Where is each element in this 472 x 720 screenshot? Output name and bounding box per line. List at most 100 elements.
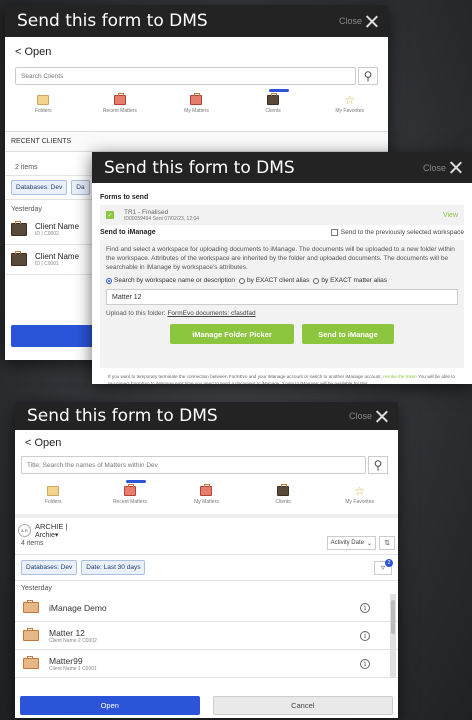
- matter-list: iManage Demo i Matter 12 Client Name 2 C0…: [15, 594, 398, 678]
- item-title: Client Name: [35, 252, 80, 261]
- tab-folders[interactable]: Folders: [15, 480, 92, 512]
- search-button[interactable]: ⚲: [368, 456, 388, 474]
- checked-checkbox[interactable]: ✓: [106, 211, 114, 219]
- title-bar: Send this form to DMS Close: [92, 152, 472, 183]
- close-button[interactable]: Close: [339, 15, 378, 28]
- item-sub: ID | C0001: [35, 261, 59, 267]
- group-label: Yesterday: [21, 585, 52, 592]
- send-header: Send to iManage: [100, 229, 156, 237]
- filter-chips: Databases: Dev Date: Last 30 days ▿ 2: [15, 554, 398, 581]
- client-icon: [277, 484, 290, 496]
- list-item[interactable]: iManage Demo i: [15, 594, 398, 622]
- briefcase-icon: [23, 628, 39, 641]
- item-sub: Client Name 1 C0001: [49, 665, 97, 672]
- search-icon: ⚲: [363, 69, 373, 83]
- briefcase-icon: [200, 484, 213, 496]
- info-icon[interactable]: i: [360, 630, 370, 641]
- title-bar: Send this form to DMS Close: [15, 402, 398, 430]
- close-icon: [375, 410, 388, 423]
- form-row: ✓ TR1 - Finalised ID00059494 Sent 07/02/…: [100, 205, 464, 225]
- revoke-token-link[interactable]: revoke the token: [383, 374, 417, 379]
- briefcase-icon: [113, 93, 126, 105]
- item-count: 4 items: [21, 539, 44, 547]
- tab-folders[interactable]: Folders: [5, 89, 82, 121]
- dialog-title: Send this form to DMS: [17, 11, 208, 31]
- chip-date[interactable]: Da: [71, 180, 90, 195]
- sort-direction-button[interactable]: ⇅: [379, 536, 395, 550]
- workspace-box: Find and select a workspace for uploadin…: [100, 240, 464, 369]
- vertical-scrollbar[interactable]: [390, 594, 396, 678]
- send-to-imanage-button[interactable]: Send to iManage: [302, 324, 394, 345]
- close-icon: [449, 161, 462, 174]
- section-header: RECENT CLIENTS: [5, 131, 388, 152]
- upload-label: Upload to this folder:: [106, 310, 166, 318]
- send-to-imanage-dialog: Send this form to DMS Close Forms to sen…: [92, 152, 472, 384]
- client-icon: [11, 221, 27, 236]
- user-dropdown[interactable]: Archie▾: [35, 531, 67, 539]
- item-title: Matter99: [49, 655, 83, 666]
- scrollbar-thumb[interactable]: [391, 600, 395, 634]
- radio-matter-alias[interactable]: by EXACT matter alias: [313, 277, 387, 284]
- sort-dropdown[interactable]: Activity Date ⌄: [326, 536, 376, 550]
- tab-clients[interactable]: Clients: [235, 89, 312, 121]
- cancel-button[interactable]: Cancel: [212, 696, 393, 715]
- tab-recent-matters[interactable]: Recent Matters: [92, 480, 169, 512]
- list-item[interactable]: Matter99 Client Name 1 C0001 i: [15, 650, 398, 678]
- client-icon: [11, 251, 27, 266]
- info-icon[interactable]: i: [360, 658, 370, 669]
- filter-button[interactable]: ▿ 2: [374, 558, 393, 575]
- open-button[interactable]: Open: [20, 696, 200, 715]
- search-row: Title: Search the names of Matters withi…: [21, 456, 388, 474]
- open-back-link[interactable]: < Open: [5, 41, 388, 63]
- forms-header: Forms to send: [100, 194, 149, 201]
- tab-clients[interactable]: Clients: [245, 480, 322, 512]
- item-title: Matter 12: [49, 627, 85, 638]
- open-back-link[interactable]: < Open: [15, 432, 398, 454]
- tab-my-matters[interactable]: My Matters: [168, 480, 245, 512]
- upload-folder-link[interactable]: FormEvo documents: cfasdfad: [167, 310, 255, 317]
- item-sub: ID | C0002: [35, 231, 59, 237]
- folder-icon: [37, 95, 50, 105]
- star-icon: ☆: [354, 484, 366, 498]
- list-item[interactable]: Matter 12 Client Name 2 C0002 i: [15, 622, 398, 650]
- chip-databases[interactable]: Databases: Dev: [21, 560, 78, 575]
- chip-databases[interactable]: Databases: Dev: [11, 180, 68, 195]
- briefcase-icon: [23, 656, 39, 669]
- search-input[interactable]: Title: Search the names of Matters withi…: [21, 456, 366, 474]
- search-row: Search Clients ⚲: [15, 67, 378, 85]
- search-icon: ⚲: [373, 458, 383, 472]
- radio-client-alias[interactable]: by EXACT client alias: [239, 277, 309, 284]
- chip-date[interactable]: Date: Last 30 days: [81, 560, 146, 575]
- item-title: Client Name: [35, 222, 80, 231]
- search-input[interactable]: Search Clients: [15, 67, 356, 85]
- description-text: Find and select a workspace for uploadin…: [106, 246, 455, 272]
- folder-picker-button[interactable]: iManage Folder Picker: [170, 324, 294, 345]
- chevron-down-icon: ⌄: [366, 540, 372, 547]
- form-meta: ID00059494 Sent 07/02/23, 12:04: [124, 215, 200, 222]
- tab-recent-matters[interactable]: Recent Matters: [82, 89, 159, 121]
- tab-my-favorites[interactable]: ☆ My Favorites: [321, 480, 398, 512]
- radio-workspace-name[interactable]: Search by workspace name or description: [106, 277, 235, 284]
- dialog-title: Send this form to DMS: [104, 157, 295, 178]
- tab-bar: Folders Recent Matters My Matters Client…: [15, 480, 398, 512]
- search-button[interactable]: ⚲: [358, 67, 378, 85]
- tab-my-matters[interactable]: My Matters: [158, 89, 235, 121]
- dialog-title: Send this form to DMS: [27, 406, 218, 426]
- workspace-input[interactable]: Matter 12: [106, 289, 458, 306]
- open-button-partial[interactable]: [11, 325, 101, 347]
- folder-icon: [47, 486, 60, 496]
- close-button[interactable]: Close: [349, 410, 388, 423]
- info-icon[interactable]: i: [360, 602, 370, 613]
- client-icon: [267, 93, 280, 105]
- view-link[interactable]: View: [443, 212, 458, 219]
- tab-my-favorites[interactable]: ☆ My Favorites: [311, 89, 388, 121]
- search-mode-radios: Search by workspace name or description …: [106, 277, 458, 284]
- title-bar: Send this form to DMS Close: [5, 5, 388, 37]
- form-name: TR1 - Finalised: [124, 208, 169, 216]
- item-title: iManage Demo: [49, 602, 107, 613]
- close-button[interactable]: Close: [423, 161, 462, 174]
- footnote: If you want to temporary terminate the c…: [108, 374, 456, 384]
- close-icon: [365, 15, 378, 28]
- tab-bar: Folders Recent Matters My Matters Client…: [5, 89, 388, 121]
- previous-workspace-checkbox[interactable]: Send to the previously selected workspac…: [330, 229, 464, 236]
